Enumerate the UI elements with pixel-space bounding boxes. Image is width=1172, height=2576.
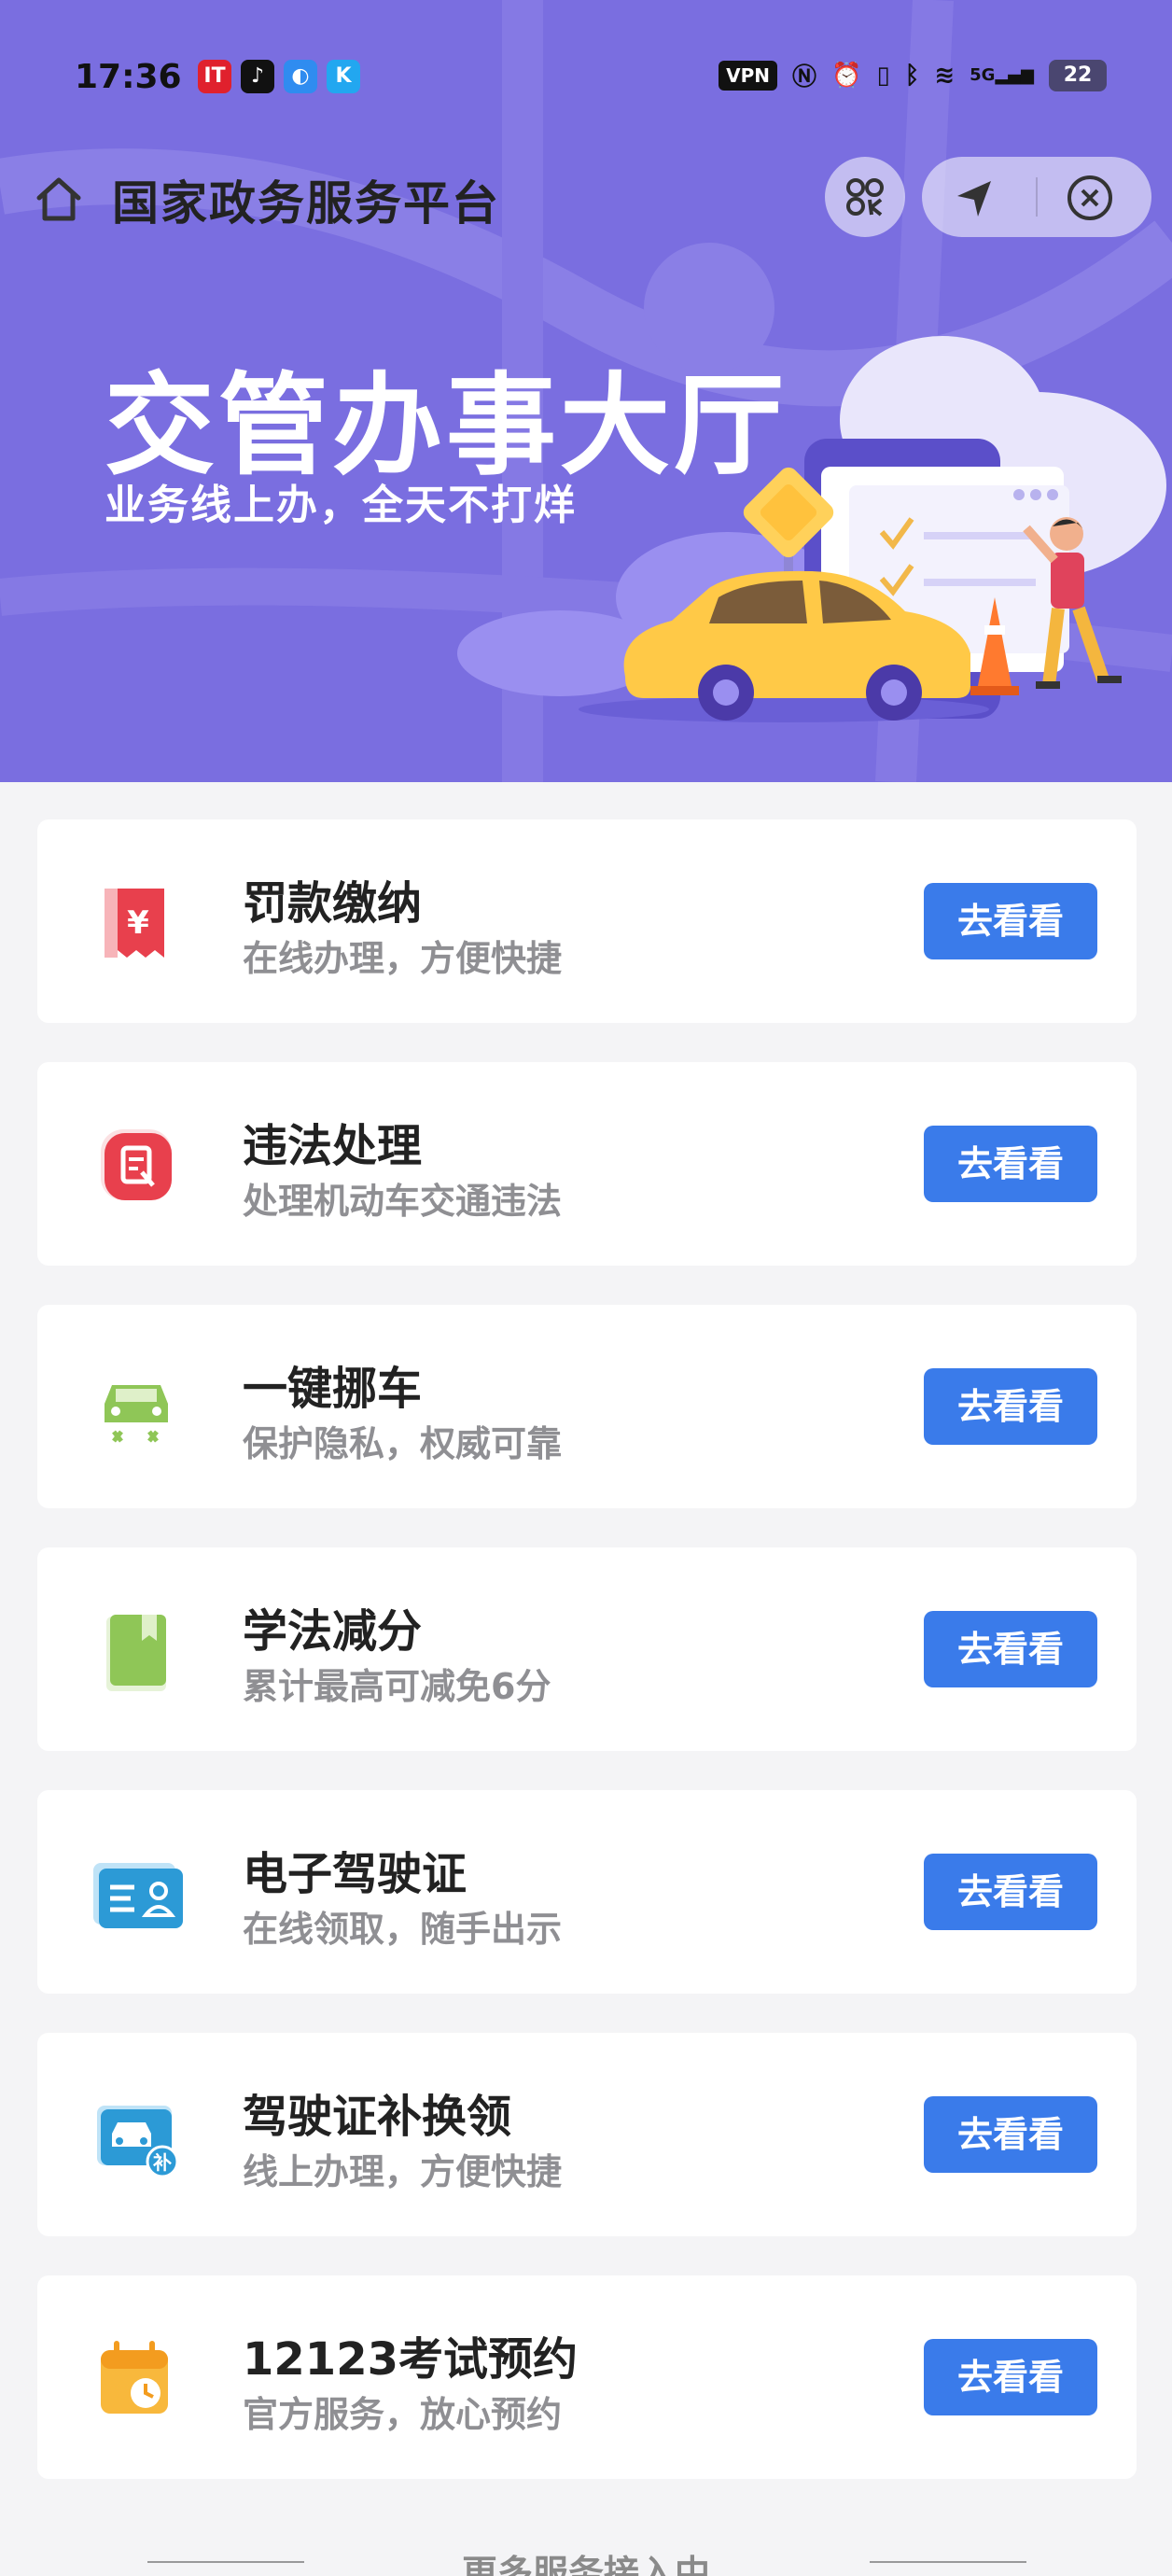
ithome-app-icon: IT — [198, 60, 231, 93]
battery-indicator: 22 — [1049, 59, 1107, 91]
page-title: 国家政务服务平台 — [112, 176, 500, 231]
close-icon[interactable] — [1066, 174, 1114, 222]
service-name: 一键挪车 — [243, 1363, 423, 1415]
service-desc: 官方服务，放心预约 — [243, 2394, 563, 2435]
service-desc: 保护隐私，权威可靠 — [243, 1423, 563, 1464]
wifi-icon: ≋ — [934, 61, 956, 90]
vibrate-icon: ▯ — [876, 61, 890, 90]
move-car-icon — [105, 1385, 168, 1443]
service-card-fine-payment[interactable]: ¥ 罚款缴纳 在线办理，方便快捷 去看看 — [37, 819, 1137, 1023]
svg-text:¥: ¥ — [127, 904, 149, 942]
home-icon[interactable] — [34, 174, 84, 224]
notification-icons: IT ♪ ◐ K — [198, 60, 360, 93]
more-services-text: 更多服务接入中 — [461, 2553, 710, 2576]
license-renewal-icon: 补 — [97, 2106, 179, 2178]
scan-icon — [846, 178, 884, 217]
service-card-study[interactable]: 学法减分 累计最高可减免6分 去看看 — [37, 1547, 1137, 1751]
service-card-license-renewal[interactable]: 补 驾驶证补换领 线上办理，方便快捷 去看看 — [37, 2033, 1137, 2236]
system-icons: VPN Ⓝ ⏰ ▯ ᛒ ≋ 5G▂▄▆ 22 — [719, 58, 1107, 92]
clock: 17:36 — [75, 58, 182, 96]
nfc-icon: Ⓝ — [792, 63, 817, 91]
view-button[interactable]: 去看看 — [924, 883, 1097, 959]
banner-subtitle: 业务线上办，全天不打烊 — [105, 482, 577, 529]
service-desc: 在线领取，随手出示 — [243, 1909, 563, 1950]
study-book-icon — [106, 1615, 166, 1691]
signal-icon: 5G▂▄▆ — [970, 65, 1034, 85]
exam-calendar-icon — [101, 2341, 168, 2414]
view-button[interactable]: 去看看 — [924, 1126, 1097, 1202]
vpn-badge: VPN — [719, 60, 778, 91]
fine-payment-icon: ¥ — [105, 889, 164, 958]
scan-button[interactable] — [825, 157, 905, 237]
service-name: 12123考试预约 — [243, 2333, 578, 2386]
view-button[interactable]: 去看看 — [924, 2339, 1097, 2415]
hero-banner: 17:36 IT ♪ ◐ K VPN Ⓝ ⏰ ▯ ᛒ ≋ 5G▂▄▆ 22 国家… — [0, 0, 1172, 782]
capsule-menu — [922, 157, 1151, 237]
network-type: 5G — [970, 65, 996, 85]
tiktok-app-icon: ♪ — [241, 60, 274, 93]
browser-app-icon: ◐ — [284, 60, 317, 93]
view-button[interactable]: 去看看 — [924, 1854, 1097, 1930]
view-button[interactable]: 去看看 — [924, 1368, 1097, 1445]
capsule-divider — [1036, 177, 1038, 217]
nav-bar: 国家政务服务平台 — [0, 157, 1172, 241]
view-button[interactable]: 去看看 — [924, 2096, 1097, 2173]
service-card-violation[interactable]: 违法处理 处理机动车交通违法 去看看 — [37, 1062, 1137, 1266]
kuake-app-icon: K — [327, 60, 360, 93]
violation-handling-icon — [101, 1129, 172, 1200]
location-arrow-icon[interactable] — [952, 175, 997, 220]
service-card-e-license[interactable]: 电子驾驶证 在线领取，随手出示 去看看 — [37, 1790, 1137, 1994]
service-name: 违法处理 — [243, 1120, 423, 1172]
service-card-move-car[interactable]: 一键挪车 保护隐私，权威可靠 去看看 — [37, 1305, 1137, 1508]
service-name: 驾驶证补换领 — [243, 2091, 512, 2143]
e-license-icon — [93, 1863, 183, 1928]
more-services-footer: 更多服务接入中 — [0, 2529, 1172, 2576]
service-name: 罚款缴纳 — [243, 877, 423, 930]
status-bar: 17:36 IT ♪ ◐ K VPN Ⓝ ⏰ ▯ ᛒ ≋ 5G▂▄▆ 22 — [0, 54, 1172, 101]
service-name: 学法减分 — [243, 1605, 423, 1658]
service-desc: 累计最高可减免6分 — [243, 1666, 551, 1707]
alarm-icon: ⏰ — [831, 61, 862, 90]
service-desc: 在线办理，方便快捷 — [243, 938, 563, 979]
service-card-exam[interactable]: 12123考试预约 官方服务，放心预约 去看看 — [37, 2275, 1137, 2479]
svg-text:补: 补 — [152, 2151, 172, 2174]
bluetooth-icon: ᛒ — [904, 61, 920, 90]
service-desc: 处理机动车交通违法 — [243, 1181, 563, 1222]
service-name: 电子驾驶证 — [243, 1848, 467, 1900]
view-button[interactable]: 去看看 — [924, 1611, 1097, 1687]
service-desc: 线上办理，方便快捷 — [243, 2151, 563, 2192]
